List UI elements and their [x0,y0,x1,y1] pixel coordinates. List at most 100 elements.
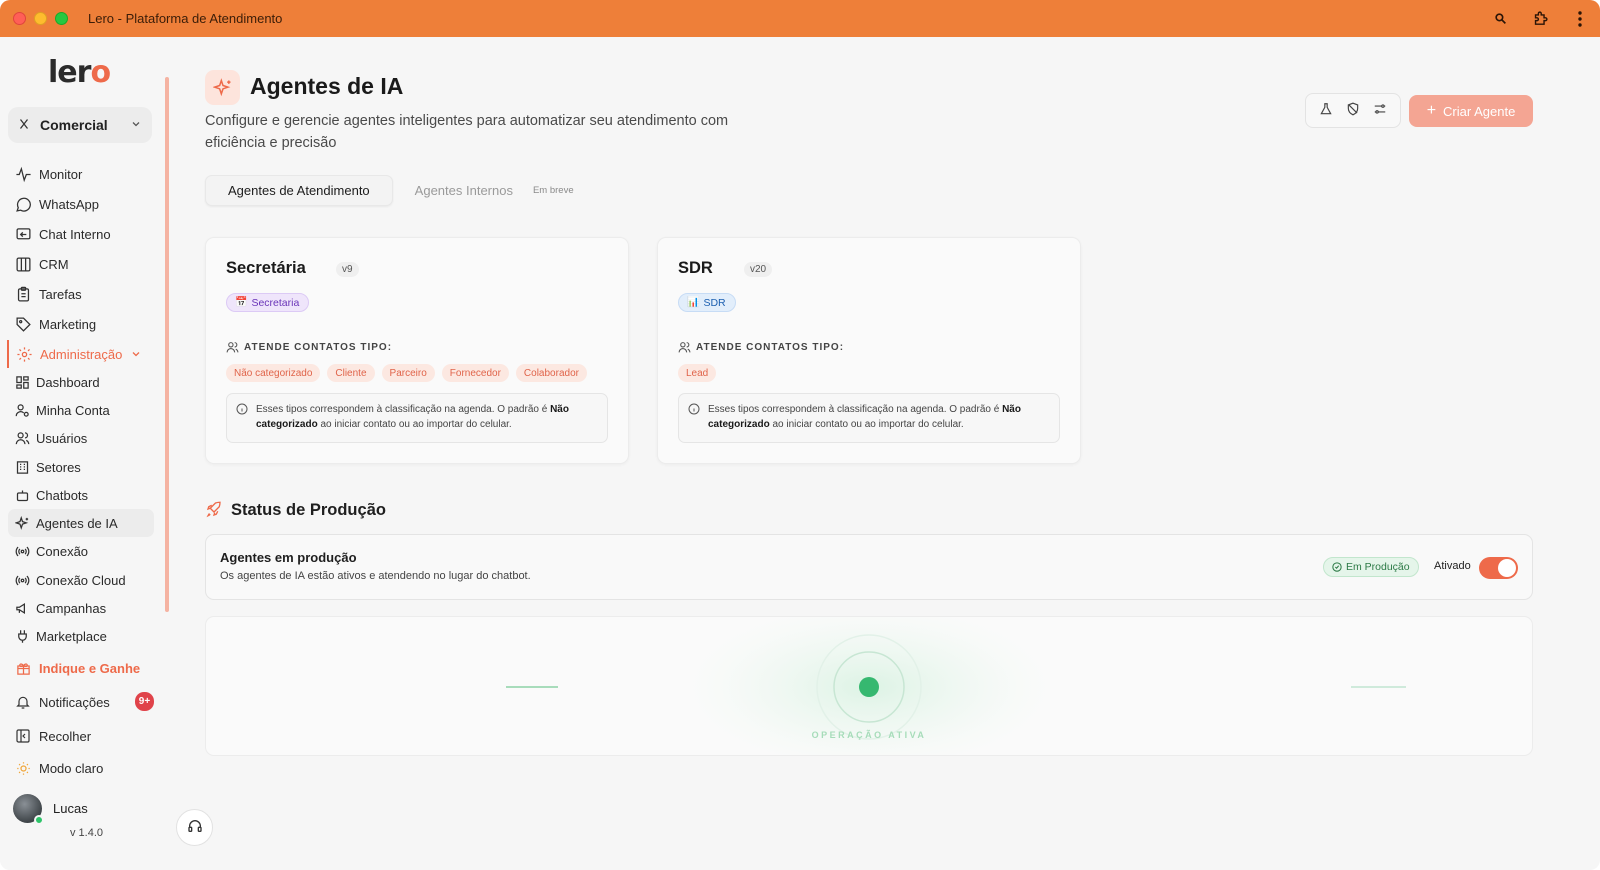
agent-card-sdr[interactable]: SDR v20 📊 SDR ATENDE CONTATOS TIPO: Lead… [657,237,1081,464]
dashboard-icon [14,373,30,391]
nav-label: Setores [36,459,81,475]
nav-item-indique-e-ganhe[interactable]: Indique e Ganhe [8,654,154,682]
nav-item-administracao[interactable]: Administração [7,340,153,368]
nav-item-chatbots[interactable]: Chatbots [8,481,154,509]
agent-card-secretaria[interactable]: Secretária v9 📅 Secretaria ATENDE CONTAT… [205,237,629,464]
agent-version-badge: v20 [744,262,773,277]
agent-name: Secretária [226,259,306,277]
support-button[interactable] [176,809,213,846]
nav-item-conexao[interactable]: Conexão [8,537,154,565]
nav-item-modo-claro[interactable]: Modo claro [8,754,154,782]
app-logo[interactable]: lerolero [48,55,111,90]
gift-icon [14,659,32,677]
flask-icon[interactable] [1319,102,1333,119]
agent-category-label: SDR [703,296,726,309]
nav-item-minha-conta[interactable]: Minha Conta [8,396,154,424]
attends-label: ATENDE CONTATOS TIPO: [678,341,844,354]
tab-agentes-de-atendimento[interactable]: Agentes de Atendimento [205,175,393,206]
more-menu-icon[interactable] [1560,10,1600,27]
production-toggle[interactable] [1479,557,1518,579]
toggle-knob [1498,559,1516,577]
users-icon [678,341,691,354]
title-bar: Lero - Plataforma de Atendimento [0,0,1600,37]
window-controls [13,12,68,25]
create-agent-button[interactable]: + Criar Agente [1409,95,1533,127]
nav-item-dashboard[interactable]: Dashboard [8,368,154,396]
shield-off-icon[interactable] [1346,102,1360,119]
nav-item-tarefas[interactable]: Tarefas [8,280,154,308]
info-icon [688,403,700,420]
clipboard-icon [14,285,32,303]
maximize-window-button[interactable] [55,12,68,25]
nav-label: Campanhas [36,600,107,616]
user-name: Lucas [53,801,88,816]
gear-icon [15,345,33,363]
megaphone-icon [14,599,30,617]
production-status-panel: Agentes em produção Os agentes de IA est… [205,534,1533,600]
contact-type-pill: Não categorizado [226,364,321,382]
whatsapp-icon [14,195,32,213]
nav-label: Chatbots [36,487,89,503]
info-icon [236,403,248,420]
window-title: Lero - Plataforma de Atendimento [88,11,283,26]
user-settings-icon [14,401,30,419]
info-text: ao iniciar contato ou ao importar do cel… [769,419,964,430]
nav-item-campanhas[interactable]: Campanhas [8,594,154,622]
nav-label: Marketplace [36,628,107,644]
nav-label: Modo claro [39,760,104,776]
close-window-button[interactable] [13,12,26,25]
app-window: Lero - Plataforma de Atendimento leroler… [0,0,1600,870]
page-title: Agentes de IA [250,73,404,99]
chevron-down-icon [130,117,142,133]
user-profile[interactable]: Lucas [13,794,88,825]
tag-icon [14,315,32,333]
nav-item-monitor[interactable]: Monitor [8,160,154,188]
nav-item-conexao-cloud[interactable]: Conexão Cloud [8,566,154,594]
radio-icon [14,542,30,560]
org-label: Comercial [40,117,108,133]
tab-agentes-internos[interactable]: Agentes Internos [393,175,535,206]
nav-label: Marketing [39,316,97,332]
page-subtitle: Configure e gerencie agentes inteligente… [205,113,729,151]
org-selector[interactable]: Comercial [8,107,152,143]
chat-icon [14,225,32,243]
info-text: ao iniciar contato ou ao importar do cel… [317,419,512,430]
zoom-icon[interactable] [1480,12,1520,25]
attends-label: ATENDE CONTATOS TIPO: [226,341,392,354]
nav-label: Notificações [39,694,110,710]
sparkles-icon [205,70,240,105]
extensions-icon[interactable] [1520,10,1560,27]
nav-item-chat-interno[interactable]: Chat Interno [8,220,154,248]
nav-label: Conexão Cloud [36,572,126,588]
nav-label: WhatsApp [39,196,99,212]
users-icon [226,341,239,354]
rocket-icon [205,500,223,521]
sliders-icon[interactable] [1373,102,1387,119]
main-content: Agentes de IA Configure e gerencie agent… [170,37,1600,870]
bell-icon [14,693,32,711]
attends-text: ATENDE CONTATOS TIPO: [244,342,393,353]
nav-label: Conexão [36,543,89,559]
nav-item-agentes-de-ia[interactable]: Agentes de IA [8,509,154,537]
info-text: Esses tipos correspondem à classificação… [708,404,1003,415]
nav-item-setores[interactable]: Setores [8,453,154,481]
minimize-window-button[interactable] [34,12,47,25]
info-text: Esses tipos correspondem à classificação… [256,404,551,415]
nav-item-marketing[interactable]: Marketing [8,310,154,338]
nav-label: Minha Conta [36,402,110,418]
nav-item-usuarios[interactable]: Usuários [8,424,154,452]
nav-label: Indique e Ganhe [39,660,141,676]
operation-status-label: OPERAÇÃO ATIVA [811,730,927,740]
create-agent-label: Criar Agente [1443,103,1516,119]
contact-type-list: Lead [678,364,717,382]
nav-item-marketplace[interactable]: Marketplace [8,622,154,650]
sidebar-scrollbar[interactable] [165,77,169,612]
sparkles-icon [14,514,30,532]
nav-item-recolher[interactable]: Recolher [8,722,154,750]
nav-label: Chat Interno [39,226,111,242]
app-version: v 1.4.0 [70,827,104,839]
status-badge-label: Em Produção [1346,561,1410,573]
nav-item-whatsapp[interactable]: WhatsApp [8,190,154,218]
nav-item-crm[interactable]: CRM [8,250,154,278]
nav-item-notificacoes[interactable]: Notificações 9+ [8,688,154,716]
